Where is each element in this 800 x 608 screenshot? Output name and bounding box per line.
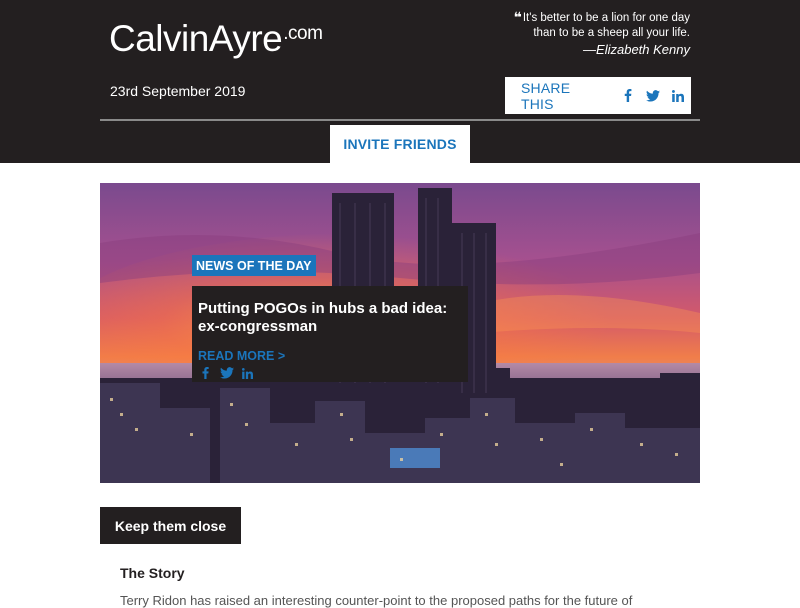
story-heading: The Story bbox=[120, 565, 185, 581]
hero-story-title[interactable]: Putting POGOs in hubs a bad idea: ex-con… bbox=[198, 300, 462, 336]
facebook-icon[interactable] bbox=[616, 89, 641, 102]
hero-social-links bbox=[198, 367, 462, 379]
story-body-text: Terry Ridon has raised an interesting co… bbox=[120, 593, 633, 608]
linkedin-icon[interactable] bbox=[240, 367, 255, 379]
quote-mark-icon: ❝ bbox=[513, 9, 522, 25]
header-quote: ❝It's better to be a lion for one day th… bbox=[490, 10, 690, 58]
twitter-icon[interactable] bbox=[219, 367, 234, 379]
calvinayre-logo[interactable]: CalvinAyre.com bbox=[109, 18, 323, 60]
share-this-box: SHARE THIS bbox=[505, 77, 691, 114]
quote-line-2: than to be a sheep all your life. bbox=[533, 27, 690, 39]
section-heading-tag: Keep them close bbox=[100, 507, 241, 544]
hero-news-image[interactable]: NEWS OF THE DAY Putting POGOs in hubs a … bbox=[100, 183, 700, 483]
quote-author: —Elizabeth Kenny bbox=[583, 42, 690, 57]
twitter-icon[interactable] bbox=[641, 89, 666, 102]
header-divider bbox=[100, 119, 700, 121]
share-this-label: SHARE THIS bbox=[521, 79, 571, 112]
invite-friends-button[interactable]: INVITE FRIENDS bbox=[330, 125, 470, 163]
news-of-the-day-badge: NEWS OF THE DAY bbox=[192, 255, 316, 276]
issue-date: 23rd September 2019 bbox=[110, 83, 246, 99]
email-header: CalvinAyre.com ❝It's better to be a lion… bbox=[0, 0, 800, 163]
hero-story-card: Putting POGOs in hubs a bad idea: ex-con… bbox=[192, 286, 468, 382]
quote-line-1: It's better to be a lion for one day bbox=[522, 12, 690, 24]
linkedin-icon[interactable] bbox=[666, 89, 691, 102]
facebook-icon[interactable] bbox=[198, 367, 213, 379]
logo-suffix-text: .com bbox=[283, 23, 323, 44]
logo-main-text: CalvinAyre bbox=[109, 18, 283, 59]
read-more-link[interactable]: READ MORE > bbox=[198, 349, 285, 363]
